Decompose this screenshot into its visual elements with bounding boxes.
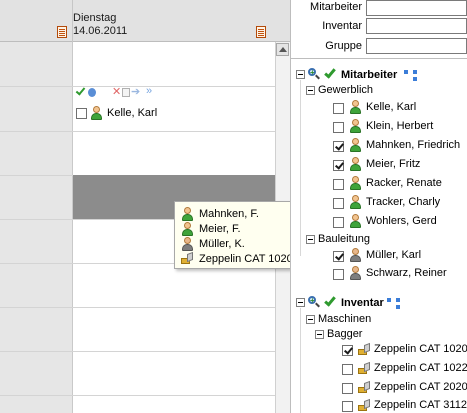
person-grey-icon	[349, 248, 362, 262]
collapse-icon[interactable]	[296, 298, 305, 307]
inventar-label: Inventar	[322, 20, 362, 32]
tooltip-item: Mahnken, F.	[199, 208, 259, 220]
employee-name[interactable]: Tracker, Charly	[366, 196, 440, 208]
collapse-icon[interactable]	[306, 235, 315, 244]
person-icon	[349, 138, 362, 152]
person-icon	[349, 100, 362, 114]
row-divider	[0, 395, 275, 396]
machine-name[interactable]: Zeppelin CAT 2020	[374, 381, 467, 393]
machine-name[interactable]: Zeppelin CAT 3112	[374, 399, 467, 411]
copy-icon[interactable]	[122, 88, 130, 97]
tree-structure-icon[interactable]	[387, 298, 403, 310]
entry-checkbox[interactable]	[76, 108, 87, 119]
move-icon[interactable]: ➔	[131, 87, 140, 98]
person-icon	[349, 157, 362, 171]
note-icon[interactable]	[57, 26, 67, 38]
gruppe-input[interactable]	[366, 38, 467, 54]
person-icon	[181, 222, 194, 236]
tree-structure-icon[interactable]	[404, 70, 420, 82]
machine-checkbox[interactable]	[342, 401, 353, 412]
employee-checkbox[interactable]	[333, 103, 344, 114]
employee-name[interactable]: Müller, Karl	[366, 249, 421, 261]
assignment-tooltip: Mahnken, F. Meier, F. Müller, K. Zeppeli…	[174, 201, 300, 269]
row-divider	[0, 351, 275, 352]
machine-name[interactable]: Zeppelin CAT 1020	[374, 343, 467, 355]
tooltip-item: Zeppelin CAT 1020	[199, 253, 293, 265]
entry-name[interactable]: Kelle, Karl	[107, 107, 157, 119]
inventar-tree-title[interactable]: Inventar	[341, 297, 384, 309]
employee-checkbox[interactable]	[333, 198, 344, 209]
day-date: 14.06.2011	[73, 25, 128, 37]
machine-icon	[358, 342, 372, 356]
person-grey-icon	[181, 237, 194, 251]
machine-checkbox[interactable]	[342, 383, 353, 394]
row-divider	[0, 307, 275, 308]
tooltip-item: Müller, K.	[199, 238, 245, 250]
employee-name[interactable]: Meier, Fritz	[366, 158, 420, 170]
zoom-in-icon[interactable]: +	[308, 68, 320, 80]
tooltip-item: Meier, F.	[199, 223, 241, 235]
group-maschinen[interactable]: Maschinen	[318, 313, 371, 325]
mitarbeiter-tree-title[interactable]: Mitarbeiter	[341, 69, 397, 81]
mitarbeiter-label: Mitarbeiter	[310, 1, 362, 13]
employee-name[interactable]: Klein, Herbert	[366, 120, 433, 132]
machine-icon	[358, 398, 372, 412]
employee-name[interactable]: Racker, Renate	[366, 177, 442, 189]
machine-name[interactable]: Zeppelin CAT 1022	[374, 362, 467, 374]
person-icon	[90, 106, 103, 120]
panel-divider	[290, 58, 467, 59]
employee-checkbox[interactable]	[333, 122, 344, 133]
collapse-icon[interactable]	[306, 86, 315, 95]
person-icon	[349, 214, 362, 228]
tree-guide	[300, 308, 301, 413]
day-name: Dienstag	[73, 12, 117, 24]
employee-checkbox[interactable]	[333, 217, 344, 228]
collapse-icon[interactable]	[315, 330, 324, 339]
employee-checkbox[interactable]	[333, 269, 344, 280]
person-icon	[349, 119, 362, 133]
collapse-icon[interactable]	[306, 315, 315, 324]
employee-checkbox[interactable]	[333, 141, 344, 152]
group-gewerblich[interactable]: Gewerblich	[318, 84, 373, 96]
delete-icon[interactable]: ✕	[112, 87, 121, 98]
forward-icon[interactable]: »	[146, 86, 152, 97]
note-icon[interactable]	[256, 26, 266, 38]
person-grey-icon	[349, 266, 362, 280]
collapse-icon[interactable]	[296, 70, 305, 79]
calendar-header	[0, 0, 290, 42]
gruppe-label: Gruppe	[325, 40, 362, 52]
employee-name[interactable]: Wohlers, Gerd	[366, 215, 437, 227]
employee-name[interactable]: Schwarz, Reiner	[366, 267, 447, 279]
row-divider	[0, 131, 275, 132]
info-icon[interactable]	[88, 88, 96, 97]
machine-icon	[358, 361, 372, 375]
employee-name[interactable]: Kelle, Karl	[366, 101, 416, 113]
machine-icon	[358, 380, 372, 394]
person-icon	[349, 176, 362, 190]
mitarbeiter-input[interactable]	[366, 0, 467, 16]
zoom-in-icon[interactable]: +	[308, 296, 320, 308]
scroll-up-button[interactable]	[276, 43, 289, 56]
machine-checkbox[interactable]	[342, 364, 353, 375]
time-column	[0, 42, 73, 413]
tree-guide	[300, 80, 301, 256]
employee-checkbox[interactable]	[333, 179, 344, 190]
employee-checkbox[interactable]	[333, 251, 344, 262]
machine-checkbox[interactable]	[342, 345, 353, 356]
employee-name[interactable]: Mahnken, Friedrich	[366, 139, 460, 151]
group-bauleitung[interactable]: Bauleitung	[318, 233, 370, 245]
person-icon	[181, 207, 194, 221]
inventar-input[interactable]	[366, 18, 467, 34]
employee-checkbox[interactable]	[333, 160, 344, 171]
group-bagger[interactable]: Bagger	[327, 328, 362, 340]
machine-icon	[181, 251, 195, 265]
person-icon	[349, 195, 362, 209]
